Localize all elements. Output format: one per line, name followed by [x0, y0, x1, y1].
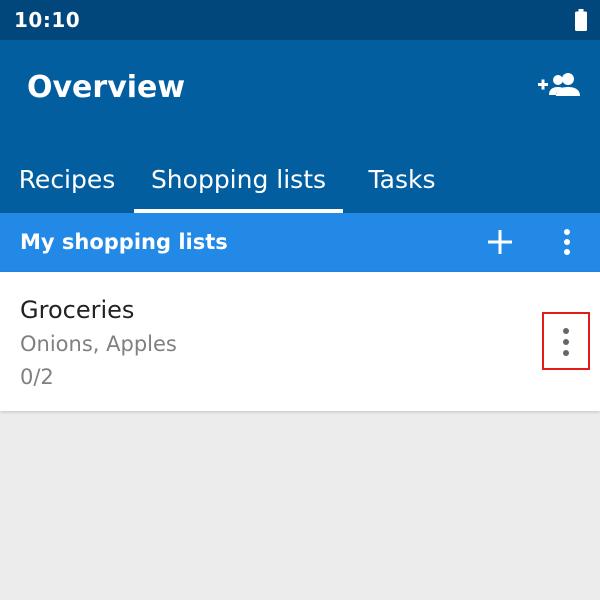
shopping-list-item[interactable]: Groceries Onions, Apples 0/2 [0, 272, 600, 411]
more-vert-icon [563, 328, 569, 356]
list-item-more-button[interactable] [542, 312, 590, 370]
tab-shopping-lists[interactable]: Shopping lists [134, 145, 343, 213]
list-item-title: Groceries [20, 296, 135, 324]
plus-icon[interactable] [485, 227, 515, 257]
battery-full-icon [575, 9, 587, 31]
status-bar: 10:10 [0, 0, 600, 40]
app-bar: Overview Recipes Shopping lists Tasks [0, 40, 600, 213]
list-item-summary: Onions, Apples [20, 332, 177, 356]
tab-bar: Recipes Shopping lists Tasks [0, 145, 600, 213]
add-person-icon[interactable] [538, 70, 580, 100]
status-time: 10:10 [14, 8, 81, 32]
page-title: Overview [27, 70, 186, 105]
list-item-progress: 0/2 [20, 365, 54, 389]
tab-tasks[interactable]: Tasks [343, 145, 461, 213]
list-header: My shopping lists [0, 213, 600, 272]
tab-recipes[interactable]: Recipes [0, 145, 134, 213]
list-header-title: My shopping lists [20, 230, 228, 254]
more-vert-icon[interactable] [555, 227, 579, 257]
